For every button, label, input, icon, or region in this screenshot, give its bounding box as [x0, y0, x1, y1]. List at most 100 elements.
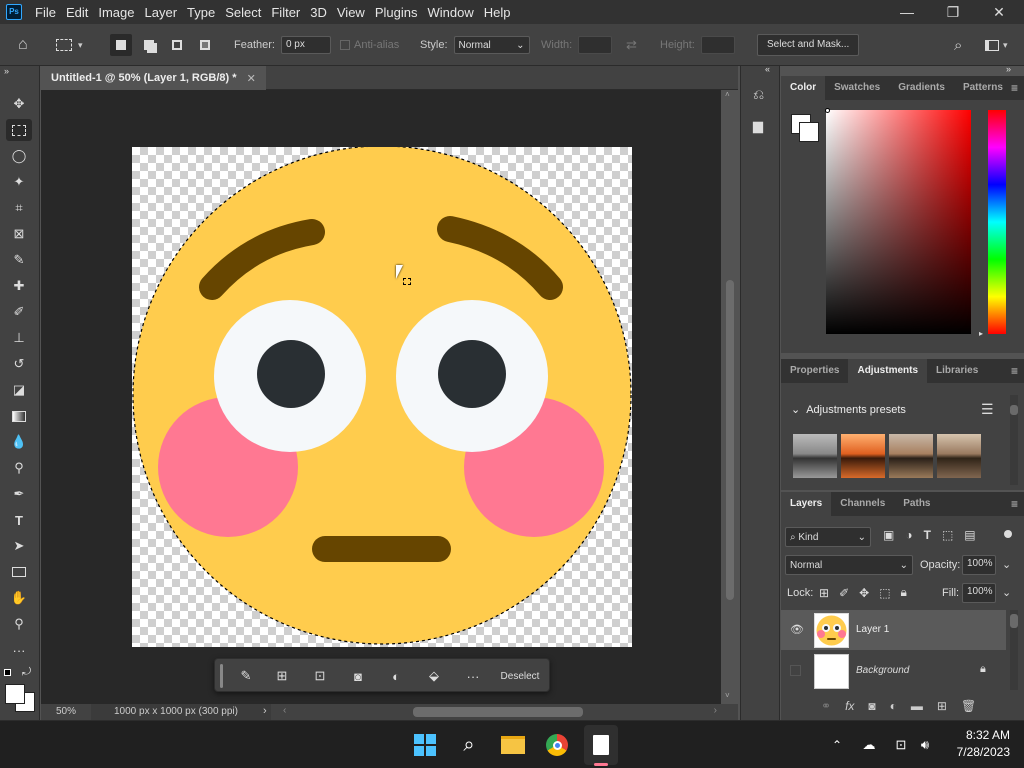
- menu-view[interactable]: View: [332, 5, 370, 20]
- lasso-tool-icon[interactable]: ◯: [6, 145, 32, 167]
- delete-layer-trash-icon[interactable]: 🗑︎: [961, 699, 976, 713]
- fill-chevron-icon[interactable]: ⌄: [1002, 586, 1011, 599]
- scroll-down-icon[interactable]: ˅: [725, 691, 730, 700]
- panel-menu-icon[interactable]: ≡: [1011, 359, 1018, 383]
- filter-toggle[interactable]: [1004, 530, 1012, 538]
- visibility-eye-icon[interactable]: 👁︎: [790, 623, 804, 636]
- blend-mode-select[interactable]: Normal ⌄: [785, 555, 913, 575]
- history-brush-tool-icon[interactable]: ↺: [6, 353, 32, 375]
- layer-row[interactable]: 👁︎ Layer 1: [781, 610, 1006, 650]
- create-mask-icon[interactable]: ◙: [345, 659, 371, 693]
- menu-type[interactable]: Type: [182, 5, 220, 20]
- eyedropper-tool-icon[interactable]: ✎: [6, 249, 32, 271]
- opacity-input[interactable]: 100%: [962, 555, 996, 575]
- active-app-icon[interactable]: [584, 725, 618, 765]
- tab-libraries[interactable]: Libraries: [927, 359, 987, 383]
- scroll-up-icon[interactable]: ˄: [725, 90, 730, 99]
- link-layers-icon[interactable]: ⚭: [821, 699, 831, 713]
- transform-selection-icon[interactable]: ⊡: [307, 659, 333, 693]
- marquee-tool-preset-icon[interactable]: ▾: [56, 24, 83, 66]
- panel-menu-icon[interactable]: ≡: [1011, 76, 1018, 100]
- preset-thumbnail[interactable]: [889, 434, 933, 478]
- filter-type-icon[interactable]: T: [924, 528, 931, 542]
- tab-channels[interactable]: Channels: [831, 492, 894, 516]
- new-layer-icon[interactable]: ⊞: [937, 699, 947, 713]
- new-adjustment-layer-icon[interactable]: ◐: [890, 699, 897, 713]
- list-view-icon[interactable]: ☰: [981, 401, 994, 418]
- filter-pixel-icon[interactable]: ▣: [883, 528, 894, 542]
- filter-shape-icon[interactable]: ⬚: [942, 528, 953, 542]
- vertical-scrollbar[interactable]: ˄ ˅: [721, 90, 738, 704]
- more-tools-icon[interactable]: ···: [6, 639, 32, 661]
- volume-icon[interactable]: 🔊︎: [914, 721, 936, 768]
- layer-row[interactable]: Background 🔒︎: [781, 651, 1006, 691]
- expand-chevron-icon[interactable]: ⌄: [791, 403, 800, 416]
- foreground-color-swatch[interactable]: [5, 684, 25, 704]
- preset-thumbnail[interactable]: [793, 434, 837, 478]
- feather-input[interactable]: 0 px: [280, 36, 331, 54]
- info-menu-chevron-icon[interactable]: ›: [263, 705, 267, 717]
- drag-handle[interactable]: [219, 664, 223, 688]
- healing-brush-tool-icon[interactable]: ✚: [6, 275, 32, 297]
- tab-paths[interactable]: Paths: [894, 492, 939, 516]
- menu-help[interactable]: Help: [479, 5, 516, 20]
- frame-tool-icon[interactable]: ⊠: [6, 223, 32, 245]
- lock-transparent-pixels-icon[interactable]: ⊞: [819, 586, 829, 600]
- width-input[interactable]: [578, 36, 613, 54]
- zoom-tool-icon[interactable]: ⚲: [6, 613, 32, 635]
- history-panel-icon[interactable]: ⎌: [753, 86, 764, 103]
- panel-menu-icon[interactable]: ≡: [1011, 492, 1018, 516]
- tab-properties[interactable]: Properties: [781, 359, 848, 383]
- network-icon[interactable]: ⊡: [890, 721, 912, 768]
- brush-tool-icon[interactable]: ✐: [6, 301, 32, 323]
- vertical-scroll-thumb[interactable]: [726, 280, 734, 600]
- antialias-checkbox[interactable]: [340, 40, 350, 50]
- clock[interactable]: 8:32 AM 7/28/2023: [946, 727, 1010, 761]
- deselect-button[interactable]: Deselect: [495, 659, 545, 693]
- layer-filter-select[interactable]: ⌕ Kind ⌄: [785, 527, 871, 547]
- menu-plugins[interactable]: Plugins: [370, 5, 423, 20]
- default-colors-icon[interactable]: [4, 669, 14, 679]
- new-selection-icon[interactable]: [110, 34, 132, 56]
- swap-dimensions-icon[interactable]: ⇄: [626, 24, 637, 66]
- horizontal-scrollbar[interactable]: ‹ ›: [281, 704, 721, 720]
- hue-slider[interactable]: [988, 110, 1006, 334]
- fill-selection-icon[interactable]: ⬙: [421, 659, 447, 693]
- menu-image[interactable]: Image: [93, 5, 139, 20]
- scroll-left-icon[interactable]: ‹: [283, 705, 286, 716]
- layer-name[interactable]: Background: [856, 665, 909, 676]
- collapse-panels-icon[interactable]: «: [765, 64, 770, 74]
- menu-file[interactable]: File: [30, 5, 61, 20]
- saturation-brightness-field[interactable]: [826, 110, 971, 334]
- move-tool-icon[interactable]: ✥: [6, 93, 32, 115]
- crop-tool-icon[interactable]: ⌗: [6, 197, 32, 219]
- eraser-tool-icon[interactable]: ◪: [6, 379, 32, 401]
- lock-all-icon[interactable]: 🔒︎: [901, 585, 907, 600]
- clone-stamp-tool-icon[interactable]: ⊥: [6, 327, 32, 349]
- magic-wand-tool-icon[interactable]: ✦: [6, 171, 32, 193]
- style-select[interactable]: Normal ⌄: [453, 36, 530, 54]
- scroll-right-icon[interactable]: ›: [714, 705, 717, 716]
- lock-artboard-icon[interactable]: ⬚: [879, 586, 890, 600]
- tab-color[interactable]: Color: [781, 76, 826, 100]
- menu-edit[interactable]: Edit: [61, 5, 93, 20]
- tab-patterns[interactable]: Patterns: [954, 76, 1012, 100]
- color-bg-swatch[interactable]: [799, 122, 819, 142]
- cloud-offline-icon[interactable]: ☁: [858, 721, 880, 768]
- rectangular-marquee-tool-icon[interactable]: [6, 119, 32, 141]
- horizontal-scroll-thumb[interactable]: [413, 707, 583, 717]
- show-hidden-icons-icon[interactable]: ⌃: [827, 721, 847, 768]
- home-icon[interactable]: ⌂: [18, 24, 28, 66]
- close-button[interactable]: ✕: [976, 0, 1022, 24]
- menu-layer[interactable]: Layer: [140, 5, 183, 20]
- tab-layers[interactable]: Layers: [781, 492, 832, 516]
- swap-colors-icon[interactable]: ⤾: [22, 666, 31, 679]
- minimize-button[interactable]: —: [884, 0, 930, 24]
- layer-name[interactable]: Layer 1: [856, 624, 889, 635]
- menu-select[interactable]: Select: [220, 5, 266, 20]
- select-subject-icon[interactable]: ✎: [233, 659, 259, 693]
- tab-swatches[interactable]: Swatches: [825, 76, 889, 100]
- new-group-folder-icon[interactable]: ▬: [911, 699, 923, 713]
- pen-tool-icon[interactable]: ✒: [6, 483, 32, 505]
- close-tab-icon[interactable]: ✕: [247, 72, 256, 85]
